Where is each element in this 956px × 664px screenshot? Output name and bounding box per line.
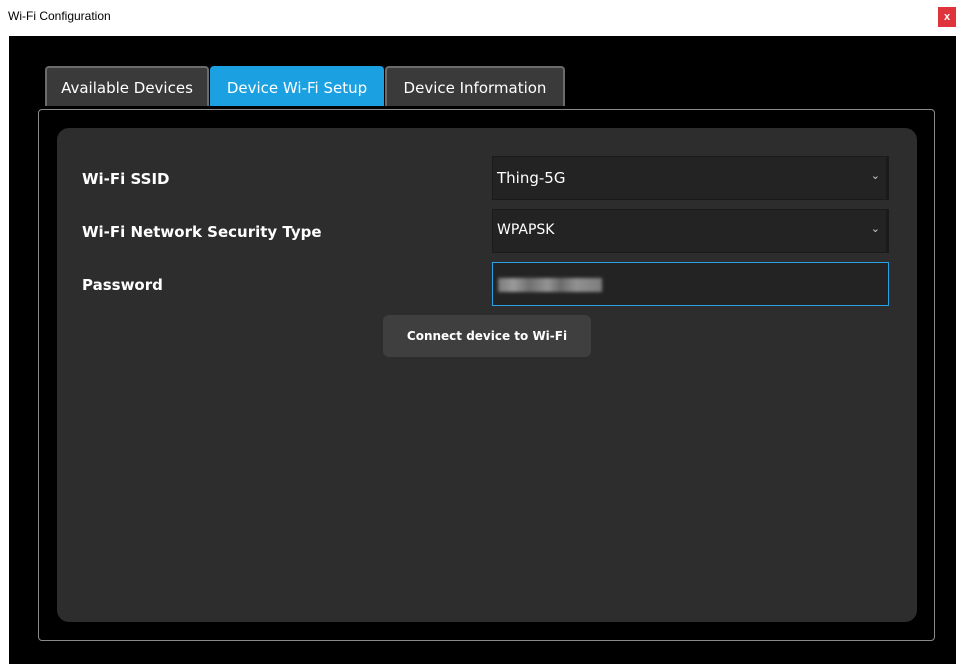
security-type-select[interactable]: WPAPSK ⌄ <box>492 209 889 253</box>
tab-device-information[interactable]: Device Information <box>385 66 565 106</box>
password-label: Password <box>82 276 163 294</box>
tab-device-wifi-setup[interactable]: Device Wi-Fi Setup <box>210 66 384 106</box>
window-title: Wi-Fi Configuration <box>8 9 111 23</box>
chevron-down-icon: ⌄ <box>870 169 880 182</box>
password-blurred-value <box>498 278 602 292</box>
tab-panel: Wi-Fi SSID Thing-5G ⌄ Wi-Fi Network Secu… <box>38 109 935 641</box>
password-input[interactable] <box>492 262 889 306</box>
tab-available-devices[interactable]: Available Devices <box>45 66 209 106</box>
chevron-down-icon: ⌄ <box>870 222 880 235</box>
security-type-selected-value: WPAPSK <box>497 222 555 238</box>
connect-device-button[interactable]: Connect device to Wi-Fi <box>383 315 591 357</box>
ssid-select[interactable]: Thing-5G ⌄ <box>492 156 889 200</box>
wifi-config-window: Wi-Fi Configuration x Available Devices … <box>0 0 956 664</box>
ssid-selected-value: Thing-5G <box>497 169 566 187</box>
ssid-label: Wi-Fi SSID <box>82 170 170 188</box>
wifi-setup-form: Wi-Fi SSID Thing-5G ⌄ Wi-Fi Network Secu… <box>57 128 917 622</box>
security-type-label: Wi-Fi Network Security Type <box>82 223 322 241</box>
main-content: Available Devices Device Wi-Fi Setup Dev… <box>9 36 956 664</box>
close-button[interactable]: x <box>938 7 956 27</box>
title-bar: Wi-Fi Configuration x <box>0 0 956 36</box>
